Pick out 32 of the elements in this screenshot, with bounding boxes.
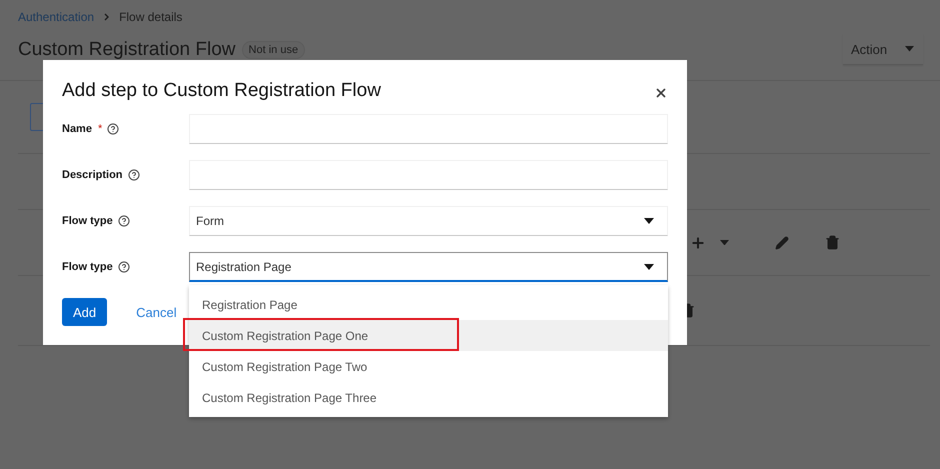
field-label: Description	[62, 169, 123, 181]
caret-icon	[644, 264, 654, 270]
help-icon[interactable]	[118, 215, 130, 227]
caret-icon	[905, 46, 914, 52]
select-field[interactable]: Registration Page	[189, 252, 668, 282]
help-icon[interactable]	[107, 123, 120, 135]
status-badge: Not in use	[242, 40, 306, 58]
caret-icon	[720, 240, 729, 246]
select-value: Form	[196, 214, 224, 228]
page-title: Custom Registration Flow	[18, 40, 236, 59]
dropdown-option[interactable]: Custom Registration Page Two	[189, 351, 668, 382]
dropdown-option[interactable]: Custom Registration Page Three	[189, 382, 668, 413]
field-label: Flow type	[62, 215, 113, 227]
help-icon[interactable]	[128, 169, 140, 181]
close-button[interactable]	[654, 86, 668, 100]
dialog-title: Add step to Custom Registration Flow	[62, 80, 381, 102]
pencil-icon[interactable]	[775, 236, 789, 250]
help-icon[interactable]	[118, 261, 130, 273]
caret-icon	[644, 218, 654, 224]
text-input-field[interactable]	[189, 160, 668, 190]
select-value: Registration Page	[196, 260, 292, 274]
field-label: Flow type	[62, 261, 113, 273]
dropdown-option[interactable]: Registration Page	[189, 289, 668, 320]
required-mark: *	[98, 123, 102, 135]
current-page-label: Flow details	[119, 10, 182, 24]
field-label: Name	[62, 123, 92, 135]
add-icon[interactable]	[690, 234, 706, 250]
select-field[interactable]: Form	[189, 206, 668, 236]
text-input-field[interactable]	[189, 114, 668, 144]
chevron-right-icon	[104, 13, 110, 21]
add-button[interactable]: Add	[62, 298, 108, 326]
cancel-link[interactable]: Cancel	[125, 298, 188, 326]
